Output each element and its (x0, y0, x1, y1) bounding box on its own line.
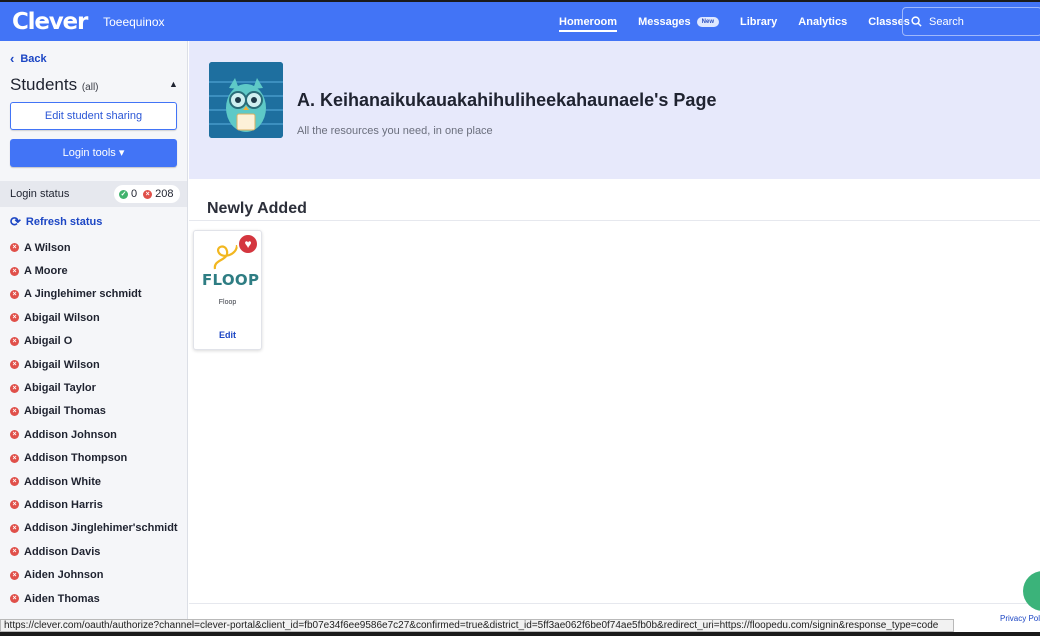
student-item[interactable]: × Aiden Johnson (10, 563, 185, 586)
student-item[interactable]: × Addison Johnson (10, 423, 185, 446)
edit-student-sharing-button[interactable]: Edit student sharing (10, 102, 177, 130)
x-circle-icon: × (10, 336, 19, 346)
students-heading-suffix: (all) (81, 82, 99, 93)
x-circle-icon: × (10, 266, 19, 276)
student-name: Aiden Thomas (24, 592, 100, 605)
student-item[interactable]: × Abigail Wilson (10, 306, 185, 329)
clever-logo[interactable]: Clever (12, 9, 88, 35)
student-name: Addison Davis (24, 545, 101, 558)
x-circle-icon: × (143, 189, 153, 199)
x-circle-icon: × (10, 477, 19, 487)
x-circle-icon: × (10, 547, 19, 557)
nav-library[interactable]: Library (740, 2, 777, 41)
newly-added-heading: Newly Added (207, 200, 307, 217)
students-heading: Students (all) (10, 75, 99, 95)
student-item[interactable]: × Abigail Taylor (10, 376, 185, 399)
app-name: Floop (218, 299, 237, 306)
district-name: Toeequinox (103, 14, 165, 29)
student-name: Abigail O (24, 335, 73, 348)
nav-messages[interactable]: Messages New (638, 2, 719, 41)
nav-analytics[interactable]: Analytics (798, 2, 847, 41)
login-status-bar: Login status ✓ 0 × 208 (0, 181, 187, 207)
count-ok: 0 (131, 188, 138, 200)
student-item[interactable]: × Aiden Thomas (10, 587, 185, 610)
x-circle-icon: × (10, 523, 19, 533)
student-item[interactable]: × Abigail Wilson (10, 353, 185, 376)
student-item[interactable]: × A Moore (10, 259, 185, 282)
floop-logo: FLOOP (202, 271, 260, 289)
student-item[interactable]: × A Wilson (10, 236, 185, 259)
student-item[interactable]: × Addison Thompson (10, 447, 185, 470)
student-item[interactable]: × Addison Harris (10, 493, 185, 516)
window-edge (0, 632, 1040, 636)
student-name: Addison Harris (24, 498, 103, 511)
student-item[interactable]: × Addison Jinglehimer'schmidt (10, 517, 185, 540)
search-input[interactable] (929, 15, 1029, 28)
nav-messages-label: Messages (638, 15, 691, 28)
refresh-status-link[interactable]: ⟳ Refresh status (10, 214, 102, 230)
student-item[interactable]: × Abigail O (10, 330, 185, 353)
x-circle-icon: × (10, 594, 19, 604)
x-circle-icon: × (10, 570, 19, 580)
x-circle-icon: × (10, 430, 19, 440)
student-item[interactable]: × Addison Davis (10, 540, 185, 563)
caret-up-icon[interactable]: ▲ (169, 79, 178, 89)
privacy-link[interactable]: Privacy Poli (1000, 614, 1040, 623)
back-label: Back (20, 52, 47, 65)
x-circle-icon: × (10, 243, 19, 253)
student-list: × A Wilson × A Moore × A Jinglehimer schmid… (10, 236, 185, 610)
student-item[interactable]: × Addison White (10, 470, 185, 493)
student-name: Abigail Wilson (24, 358, 100, 371)
nav-homeroom[interactable]: Homeroom (559, 2, 618, 41)
login-status-label: Login status (10, 188, 70, 200)
main-nav: Homeroom Messages New Library Analytics … (559, 2, 931, 41)
student-name: Addison Johnson (24, 428, 117, 441)
back-link[interactable]: ‹ Back (10, 51, 47, 66)
search-icon (911, 16, 922, 27)
x-circle-icon: × (10, 289, 19, 299)
footer-divider (189, 603, 1040, 604)
x-circle-icon: × (10, 406, 19, 416)
app-card-floop[interactable]: ♥ FLOOP Floop Edit (193, 230, 262, 350)
students-sidebar: ‹ Back Students (all) ▲ Edit student sha… (0, 41, 188, 627)
x-circle-icon: × (10, 453, 19, 463)
x-circle-icon: × (10, 313, 19, 323)
students-heading-text: Students (10, 75, 78, 94)
page-subtitle: All the resources you need, in one place (297, 125, 493, 137)
x-circle-icon: × (10, 500, 19, 510)
student-name: A Wilson (24, 241, 71, 254)
status-counts: ✓ 0 × 208 (114, 185, 180, 203)
refresh-icon: ⟳ (10, 214, 21, 229)
student-name: Addison Thompson (24, 452, 128, 465)
page-title: A. Keihanaikukauakahihuliheekahaunaele's… (297, 90, 717, 110)
x-circle-icon: × (10, 383, 19, 393)
section-divider (189, 220, 1040, 221)
help-chat-button[interactable] (1023, 571, 1040, 611)
count-bad: 208 (155, 188, 174, 200)
x-circle-icon: × (10, 360, 19, 370)
new-badge: New (696, 16, 719, 27)
student-name: Abigail Taylor (24, 382, 96, 395)
student-item[interactable]: × Abigail Thomas (10, 400, 185, 423)
student-name: Addison White (24, 475, 101, 488)
edit-app-button[interactable]: Edit (194, 330, 261, 340)
browser-status-url: https://clever.com/oauth/authorize?chann… (0, 619, 954, 632)
student-name: A Moore (24, 265, 68, 278)
chevron-left-icon: ‹ (10, 51, 15, 66)
page-hero: A. Keihanaikukauakahihuliheekahaunaele's… (189, 41, 1040, 179)
owl-avatar-icon (209, 62, 283, 138)
top-navbar: Clever Toeequinox Homeroom Messages New … (0, 0, 1040, 41)
student-item[interactable]: × A Jinglehimer schmidt (10, 283, 185, 306)
student-name: Aiden Johnson (24, 569, 104, 582)
student-name: Abigail Wilson (24, 311, 100, 324)
student-name: A Jinglehimer schmidt (24, 288, 142, 301)
refresh-label: Refresh status (25, 216, 103, 228)
student-name: Addison Jinglehimer'schmidt (24, 522, 178, 535)
login-tools-button[interactable]: Login tools ▾ (10, 139, 177, 167)
check-icon: ✓ (119, 189, 128, 199)
student-name: Abigail Thomas (24, 405, 106, 418)
heart-icon[interactable]: ♥ (237, 233, 259, 255)
search-box[interactable] (902, 7, 1040, 36)
